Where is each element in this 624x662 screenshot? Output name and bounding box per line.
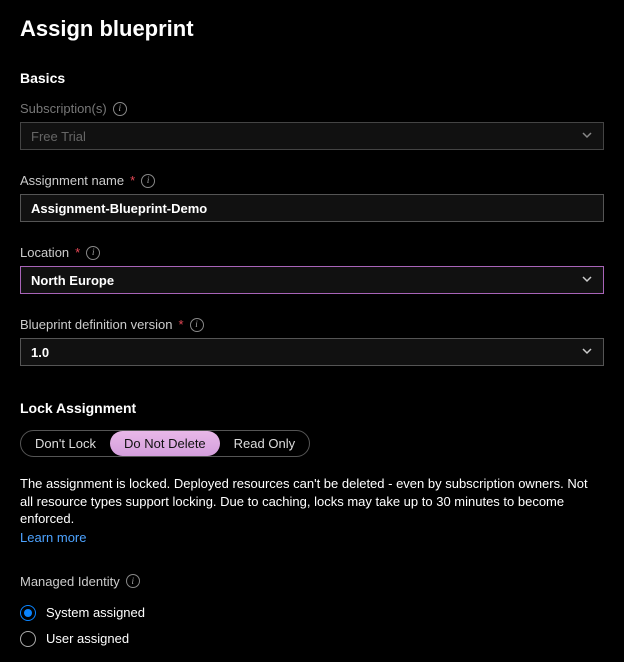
chevron-down-icon [581, 129, 593, 144]
version-label-text: Blueprint definition version [20, 317, 172, 332]
required-mark: * [75, 245, 80, 260]
radio-system-assigned[interactable]: System assigned [20, 605, 604, 621]
version-dropdown[interactable]: 1.0 [20, 338, 604, 366]
identity-label: Managed Identity i [20, 574, 140, 589]
subscription-dropdown[interactable]: Free Trial [20, 122, 604, 150]
info-icon[interactable]: i [86, 246, 100, 260]
page-title: Assign blueprint [20, 16, 604, 42]
version-label: Blueprint definition version * i [20, 317, 204, 332]
info-icon[interactable]: i [141, 174, 155, 188]
learn-more-link[interactable]: Learn more [20, 530, 604, 545]
required-mark: * [130, 173, 135, 188]
lock-section: Lock Assignment Don't Lock Do Not Delete… [20, 400, 604, 545]
location-value: North Europe [31, 273, 114, 288]
radio-icon [20, 605, 36, 621]
assignment-name-label: Assignment name * i [20, 173, 155, 188]
segment-read-only[interactable]: Read Only [220, 431, 309, 456]
lock-description: The assignment is locked. Deployed resou… [20, 475, 604, 528]
chevron-down-icon [581, 273, 593, 288]
assignment-name-label-text: Assignment name [20, 173, 124, 188]
info-icon[interactable]: i [190, 318, 204, 332]
segment-do-not-delete[interactable]: Do Not Delete [110, 431, 220, 456]
subscription-label-text: Subscription(s) [20, 101, 107, 116]
radio-icon [20, 631, 36, 647]
chevron-down-icon [581, 345, 593, 360]
version-value: 1.0 [31, 345, 49, 360]
subscription-label: Subscription(s) i [20, 101, 127, 116]
location-label-text: Location [20, 245, 69, 260]
version-field: Blueprint definition version * i 1.0 [20, 316, 604, 366]
info-icon[interactable]: i [113, 102, 127, 116]
assignment-name-field: Assignment name * i [20, 172, 604, 222]
lock-section-title: Lock Assignment [20, 400, 604, 416]
assignment-name-input[interactable] [20, 194, 604, 222]
identity-label-text: Managed Identity [20, 574, 120, 589]
lock-segmented-control: Don't Lock Do Not Delete Read Only [20, 430, 310, 457]
radio-label-system: System assigned [46, 605, 145, 620]
location-field: Location * i North Europe [20, 244, 604, 294]
basics-section-title: Basics [20, 70, 604, 86]
required-mark: * [178, 317, 183, 332]
radio-label-user: User assigned [46, 631, 129, 646]
segment-dont-lock[interactable]: Don't Lock [21, 431, 110, 456]
subscription-value: Free Trial [31, 129, 86, 144]
info-icon[interactable]: i [126, 574, 140, 588]
location-label: Location * i [20, 245, 100, 260]
location-dropdown[interactable]: North Europe [20, 266, 604, 294]
subscription-field: Subscription(s) i Free Trial [20, 100, 604, 150]
radio-user-assigned[interactable]: User assigned [20, 631, 604, 647]
identity-section: Managed Identity i System assigned User … [20, 573, 604, 647]
